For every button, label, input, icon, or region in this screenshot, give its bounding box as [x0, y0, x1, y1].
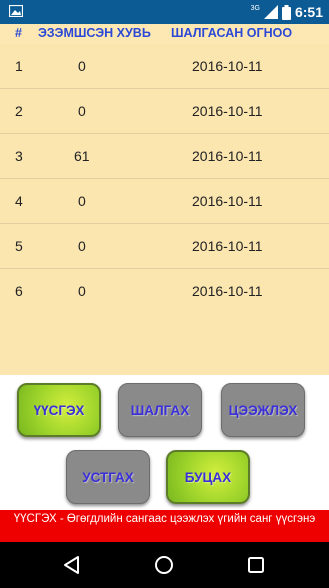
results-list: 1 0 2016-10-11 2 0 2016-10-11 3 61 2016-… — [0, 44, 329, 314]
row-share: 0 — [78, 103, 86, 119]
recents-square-icon[interactable] — [246, 555, 266, 575]
status-bar: 3G 6:51 — [0, 0, 329, 24]
header-share: ЭЗЭМШСЭН ХУВЬ — [38, 26, 151, 40]
delete-button[interactable]: УСТГАХ — [66, 450, 150, 504]
row-share: 0 — [78, 283, 86, 299]
row-number: 2 — [15, 103, 23, 119]
row-share: 0 — [78, 58, 86, 74]
action-panel: ҮҮСГЭХ ШАЛГАХ ЦЭЭЖЛЭХ УСТГАХ БУЦАХ — [0, 375, 329, 510]
image-notification-icon — [9, 5, 23, 17]
back-button[interactable]: БУЦАХ — [166, 450, 250, 504]
row-number: 4 — [15, 193, 23, 209]
back-triangle-icon[interactable] — [62, 555, 82, 575]
battery-icon — [281, 4, 291, 20]
table-row[interactable]: 1 0 2016-10-11 — [0, 44, 329, 89]
navigation-bar — [0, 542, 329, 588]
signal-icon — [263, 5, 278, 19]
row-share: 0 — [78, 238, 86, 254]
row-number: 3 — [15, 148, 23, 164]
row-date: 2016-10-11 — [192, 58, 263, 74]
row-share: 61 — [74, 148, 90, 164]
table-row[interactable]: 3 61 2016-10-11 — [0, 134, 329, 179]
create-button[interactable]: ҮҮСГЭХ — [17, 383, 101, 437]
row-date: 2016-10-11 — [192, 193, 263, 209]
table-row[interactable]: 2 0 2016-10-11 — [0, 89, 329, 134]
hint-bar: ҮҮСГЭХ - Өгөгдлийн сангаас цээжлэх үгийн… — [0, 510, 329, 542]
list-empty-area — [0, 313, 329, 375]
table-header: # ЭЗЭМШСЭН ХУВЬ ШАЛГАСАН ОГНОО — [0, 24, 329, 44]
check-button[interactable]: ШАЛГАХ — [118, 383, 202, 437]
row-number: 5 — [15, 238, 23, 254]
table-row[interactable]: 4 0 2016-10-11 — [0, 179, 329, 224]
table-row[interactable]: 6 0 2016-10-11 — [0, 269, 329, 314]
table-row[interactable]: 5 0 2016-10-11 — [0, 224, 329, 269]
row-date: 2016-10-11 — [192, 103, 263, 119]
status-time: 6:51 — [294, 4, 323, 20]
network-type-label: 3G — [250, 4, 260, 12]
row-date: 2016-10-11 — [192, 148, 263, 164]
save-button[interactable]: ЦЭЭЖЛЭХ — [221, 383, 305, 437]
header-checked-date: ШАЛГАСАН ОГНОО — [171, 26, 293, 40]
row-share: 0 — [78, 193, 86, 209]
row-number: 1 — [15, 58, 23, 74]
home-circle-icon[interactable] — [154, 555, 174, 575]
row-date: 2016-10-11 — [192, 238, 263, 254]
header-number: # — [15, 26, 22, 40]
row-number: 6 — [15, 283, 23, 299]
row-date: 2016-10-11 — [192, 283, 263, 299]
